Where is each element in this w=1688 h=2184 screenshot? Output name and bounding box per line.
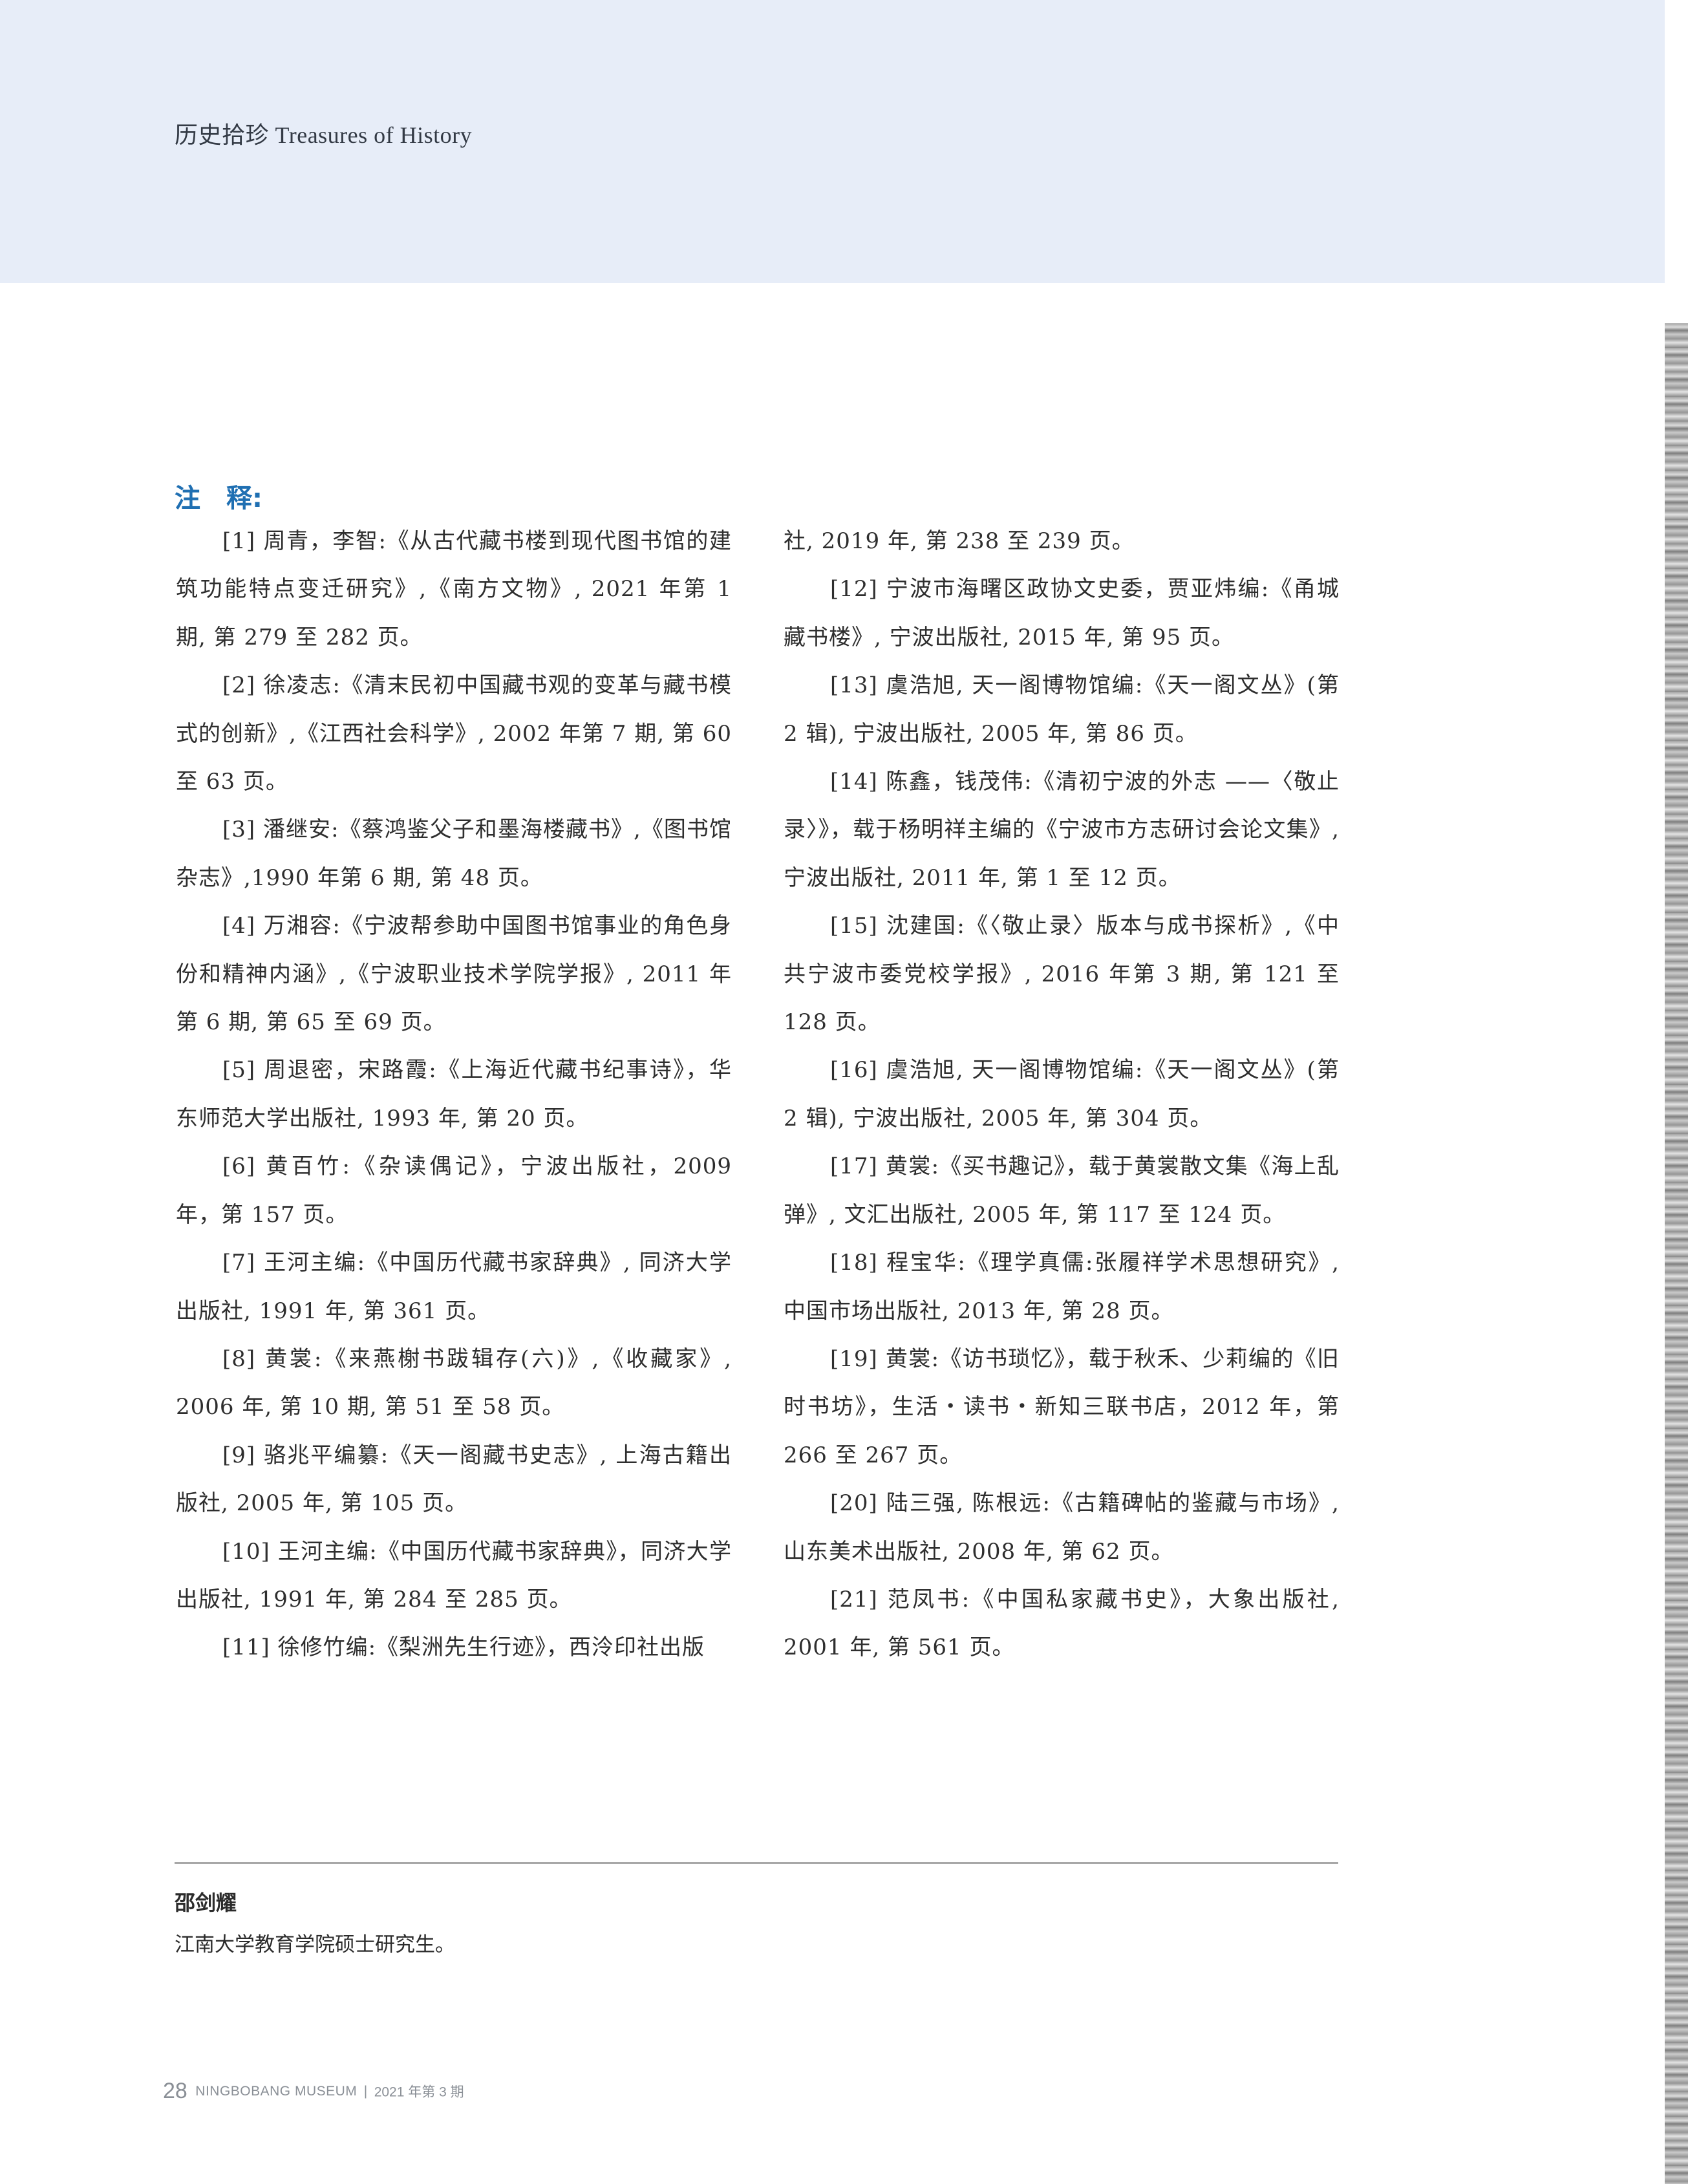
author-bio: 江南大学教育学院硕士研究生。 — [175, 1933, 455, 1956]
note-11-start: [11] 徐修竹编:《梨洲先生行迹》，西泠印社出版 — [222, 1634, 705, 1661]
notes-title: 注 释: — [175, 484, 262, 513]
note-19: [19] 黄裳:《访书琐忆》，载于秋禾、少莉编的《旧时书坊》，生活・读书・新知三… — [784, 1345, 1340, 1468]
notes-column-right: 社, 2019 年, 第 238 至 239 页。 [12] 宁波市海曙区政协文… — [784, 517, 1340, 1672]
note-4: [4] 万湘容:《宁波帮参助中国图书馆事业的角色身份和精神内涵》,《宁波职业技术… — [176, 913, 732, 1036]
note-16: [16] 虞浩旭, 天一阁博物馆编:《天一阁文丛》(第 2 辑), 宁波出版社,… — [784, 1057, 1340, 1131]
note-18: [18] 程宝华:《理学真儒:张履祥学术思想研究》, 中国市场出版社, 2013… — [784, 1250, 1340, 1324]
note-10: [10] 王河主编:《中国历代藏书家辞典》，同济大学出版社, 1991 年, 第… — [176, 1538, 732, 1612]
author-name: 邵剑耀 — [175, 1890, 237, 1915]
issue-label: 2021 年第 3 期 — [374, 2084, 464, 2100]
page-edge-texture — [1665, 323, 1688, 2184]
note-2: [2] 徐凌志:《清末民初中国藏书观的变革与藏书模式的创新》,《江西社会科学》,… — [176, 672, 732, 795]
journal-name: NINGBOBANG MUSEUM — [195, 2083, 358, 2099]
note-5: [5] 周退密，宋路霞:《上海近代藏书纪事诗》，华东师范大学出版社, 1993 … — [176, 1057, 732, 1131]
footer-separator: | — [363, 2083, 368, 2099]
notes-column-left: [1] 周青，李智:《从古代藏书楼到现代图书馆的建筑功能特点变迁研究》,《南方文… — [176, 517, 732, 1672]
page-number: 28 — [163, 2079, 187, 2103]
note-20: [20] 陆三强, 陈根远:《古籍碑帖的鉴藏与市场》, 山东美术出版社, 200… — [784, 1490, 1340, 1565]
note-14: [14] 陈鑫，钱茂伟:《清初宁波的外志 ——〈敬止录〉》，载于杨明祥主编的《宁… — [784, 769, 1340, 891]
note-1: [1] 周青，李智:《从古代藏书楼到现代图书馆的建筑功能特点变迁研究》,《南方文… — [176, 528, 732, 650]
note-8: [8] 黄裳:《来燕榭书跋辑存(六)》,《收藏家》, 2006 年, 第 10 … — [176, 1345, 732, 1420]
note-11-end: 社, 2019 年, 第 238 至 239 页。 — [784, 528, 1135, 554]
section-label: 历史拾珍 Treasures of History — [175, 122, 473, 148]
note-13: [13] 虞浩旭, 天一阁博物馆编:《天一阁文丛》(第 2 辑), 宁波出版社,… — [784, 672, 1340, 747]
note-21: [21] 范凤书:《中国私家藏书史》，大象出版社, 2001 年, 第 561 … — [784, 1586, 1340, 1661]
note-9: [9] 骆兆平编纂:《天一阁藏书史志》, 上海古籍出版社, 2005 年, 第 … — [176, 1442, 732, 1517]
note-3: [3] 潘继安:《蔡鸿鉴父子和墨海楼藏书》,《图书馆杂志》,1990 年第 6 … — [176, 817, 732, 891]
note-6: [6] 黄百竹:《杂读偶记》，宁波出版社，2009 年，第 157 页。 — [176, 1153, 732, 1228]
page-footer: 28 NINGBOBANG MUSEUM | 2021 年第 3 期 — [163, 2079, 464, 2104]
note-7: [7] 王河主编:《中国历代藏书家辞典》, 同济大学出版社, 1991 年, 第… — [176, 1250, 732, 1324]
note-12: [12] 宁波市海曙区政协文史委，贾亚炜编:《甬城藏书楼》, 宁波出版社, 20… — [784, 576, 1340, 650]
note-17: [17] 黄裳:《买书趣记》，载于黄裳散文集《海上乱弹》, 文汇出版社, 200… — [784, 1153, 1340, 1228]
divider-rule — [175, 1862, 1338, 1864]
note-15: [15] 沈建国:《〈敬止录〉版本与成书探析》,《中共宁波市委党校学报》, 20… — [784, 913, 1340, 1036]
